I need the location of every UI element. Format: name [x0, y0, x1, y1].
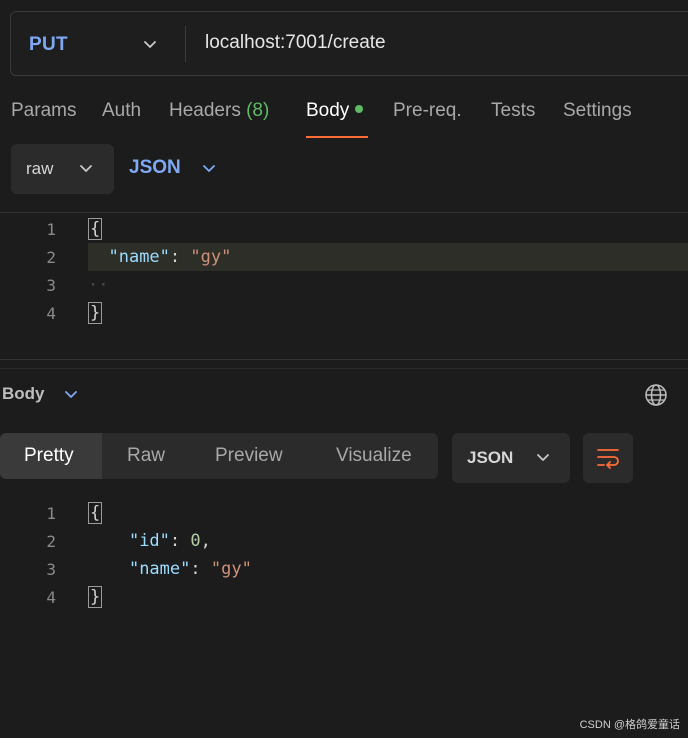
chevron-down-icon[interactable]	[62, 386, 80, 404]
request-tabs: Params Auth Headers (8) Body Pre-req. Te…	[0, 98, 688, 138]
brace-open: {	[88, 218, 103, 240]
url-input[interactable]: localhost:7001/create	[205, 32, 386, 54]
headers-count-badge: (8)	[246, 100, 270, 121]
resp-code-line-3: "name": "gy"	[88, 559, 252, 579]
url-bar: PUT localhost:7001/create	[10, 11, 688, 76]
json-value: "gy"	[190, 247, 232, 267]
globe-icon[interactable]	[644, 383, 668, 407]
divider	[0, 359, 688, 360]
line-number: 4	[46, 588, 56, 607]
watermark: CSDN @格鸽爱童话	[579, 719, 680, 731]
line-number: 1	[46, 504, 56, 523]
body-active-dot	[355, 104, 364, 113]
resp-code-line-2: "id": 0,	[88, 531, 211, 551]
line-number: 3	[46, 276, 56, 295]
tab-body-label: Body	[306, 100, 350, 121]
chevron-down-icon	[80, 165, 92, 172]
view-tab-preview[interactable]: Preview	[215, 445, 283, 467]
tab-auth[interactable]: Auth	[102, 100, 141, 122]
response-format-label: JSON	[467, 448, 514, 467]
resp-code-line-4: }	[88, 586, 103, 608]
brace-open: {	[88, 502, 103, 524]
tab-pre-request[interactable]: Pre-req.	[393, 100, 462, 122]
view-tab-visualize[interactable]: Visualize	[336, 445, 412, 467]
line-number: 4	[46, 304, 56, 323]
wrap-lines-button[interactable]	[583, 433, 633, 483]
active-tab-underline	[306, 136, 368, 138]
code-line-3: ··	[88, 275, 109, 295]
tab-headers[interactable]: Headers (8)	[169, 100, 269, 122]
chevron-down-icon[interactable]	[200, 160, 218, 178]
body-mode-label: raw	[26, 159, 54, 178]
response-body-viewer[interactable]: 1 2 3 4 { "id": 0, "name": "gy" }	[0, 500, 688, 620]
chevron-down-icon	[537, 454, 549, 461]
tab-headers-label: Headers	[169, 100, 241, 121]
wrap-lines-icon	[597, 449, 619, 469]
body-language-select[interactable]: JSON	[129, 157, 181, 179]
line-number: 2	[46, 532, 56, 551]
json-key: "name"	[128, 559, 191, 579]
tab-params[interactable]: Params	[11, 100, 76, 122]
line-number: 2	[46, 248, 56, 267]
view-tab-pretty[interactable]: Pretty	[24, 445, 74, 467]
divider	[0, 212, 688, 213]
brace-close: }	[88, 302, 103, 324]
line-number: 3	[46, 560, 56, 579]
line-number: 1	[46, 220, 56, 239]
json-colon: :	[190, 559, 211, 579]
code-line-4: }	[88, 302, 103, 324]
chevron-down-icon[interactable]	[141, 36, 159, 54]
json-comma: ,	[200, 531, 211, 551]
resp-code-line-1: {	[88, 502, 103, 524]
body-mode-select[interactable]: raw	[11, 144, 114, 194]
response-format-select[interactable]: JSON	[452, 433, 570, 483]
view-tab-raw[interactable]: Raw	[127, 445, 165, 467]
url-separator	[185, 26, 186, 62]
resize-handle[interactable]	[0, 368, 688, 369]
method-select[interactable]: PUT	[29, 34, 68, 56]
json-value: 0	[190, 531, 201, 551]
response-body-label[interactable]: Body	[2, 384, 45, 404]
brace-close: }	[88, 586, 103, 608]
json-value: "gy"	[210, 559, 252, 579]
tab-body[interactable]: Body	[306, 100, 364, 122]
response-view-tabs: Pretty Raw Preview Visualize	[0, 433, 438, 479]
code-line-1: {	[88, 218, 103, 240]
code-line-2: "name": "gy"	[88, 247, 231, 267]
json-key: "id"	[128, 531, 170, 551]
request-body-editor[interactable]: 1 2 3 4 { "name": "gy" ·· }	[0, 214, 688, 354]
json-colon: :	[169, 247, 191, 267]
tab-tests[interactable]: Tests	[491, 100, 535, 122]
json-key: "name"	[108, 247, 170, 267]
json-colon: :	[169, 531, 191, 551]
tab-settings[interactable]: Settings	[563, 100, 632, 122]
